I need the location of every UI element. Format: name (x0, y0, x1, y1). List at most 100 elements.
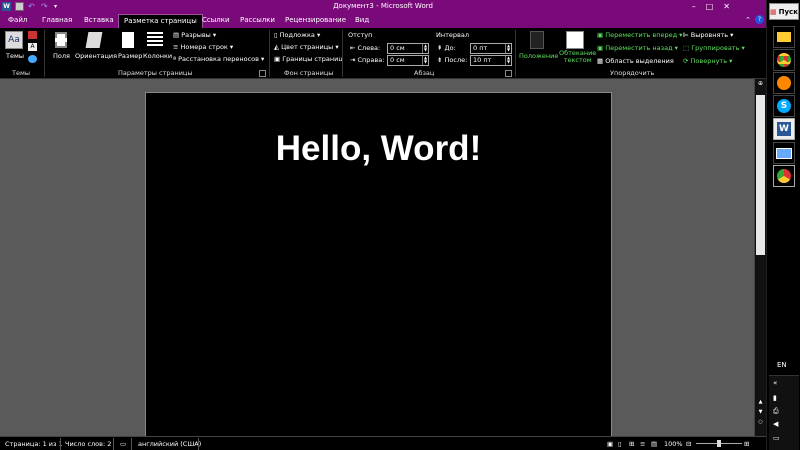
title-bar: W ↶ ↷ ▾ Документ3 - Microsoft Word – □ ✕ (0, 0, 766, 13)
separator (60, 438, 61, 450)
wrap-text-icon[interactable] (566, 31, 584, 49)
spinner-arrows-icon[interactable]: ▲ ▼ (505, 44, 511, 53)
document-page[interactable]: Hello, Word! (145, 92, 612, 438)
tab-page-layout[interactable]: Разметка страницы (118, 14, 203, 28)
watermark-button[interactable]: ▯ Подложка ▾ (274, 31, 320, 39)
chrome-icon[interactable] (773, 49, 795, 71)
indent-left-spinner[interactable]: 0 см ▲ ▼ (387, 43, 429, 54)
draft-icon[interactable]: ▤ (651, 440, 657, 448)
page-setup-launcher-icon[interactable] (259, 70, 266, 77)
group-label-paragraph: Абзац (414, 69, 435, 77)
zoom-out-icon[interactable]: ⊟ (686, 440, 691, 448)
bring-forward-button[interactable]: ▣ Переместить вперед ▾ (597, 31, 682, 39)
page-color-button[interactable]: ◭ Цвет страницы ▾ (274, 43, 339, 51)
position-icon[interactable] (530, 31, 544, 49)
tab-review[interactable]: Рецензирование (285, 16, 346, 24)
orientation-button[interactable]: Ориентация (75, 52, 117, 60)
spinner-arrows-icon[interactable]: ▲ ▼ (505, 56, 511, 65)
tab-mailings[interactable]: Рассылки (240, 16, 275, 24)
browse-object-icon[interactable]: ○ (756, 419, 765, 425)
position-button[interactable]: Положение (519, 52, 558, 60)
send-backward-button[interactable]: ▣ Переместить назад ▾ (597, 44, 678, 52)
file-manager-icon[interactable] (773, 26, 795, 48)
maximize-icon[interactable]: □ (706, 2, 714, 11)
wrap-text-button[interactable]: Обтекание текстом (559, 50, 596, 64)
align-button[interactable]: ⊫ Выровнять ▾ (683, 31, 733, 39)
columns-button[interactable]: Колонки (143, 52, 172, 60)
themes-icon[interactable]: Aa (5, 31, 23, 49)
system-tray: « ▮ ⎙ ◀ ▭ (769, 375, 799, 450)
skype-icon[interactable]: S (773, 95, 795, 117)
margins-icon[interactable] (55, 32, 67, 48)
close-icon[interactable]: ✕ (723, 2, 730, 11)
theme-colors-icon[interactable] (28, 31, 37, 39)
indent-right-icon: ⇥ (350, 56, 358, 64)
outline-icon[interactable]: ≡ (640, 440, 645, 448)
volume-icon[interactable]: ◀ (773, 420, 778, 428)
full-screen-reading-icon[interactable]: ▯ (618, 440, 622, 448)
columns-icon[interactable] (147, 32, 163, 48)
size-button[interactable]: Размер (118, 52, 142, 60)
tab-insert[interactable]: Вставка (84, 16, 114, 24)
minimize-icon[interactable]: – (692, 2, 696, 11)
indent-right-spinner[interactable]: 0 см ▲ ▼ (387, 55, 429, 66)
start-button[interactable]: ▦ Пуск (769, 3, 799, 20)
print-layout-icon[interactable]: ▣ (607, 440, 613, 448)
help-icon[interactable]: ? (755, 15, 764, 24)
breaks-icon: ▤ (173, 31, 182, 39)
theme-fonts-icon[interactable]: A (28, 43, 37, 51)
orientation-icon[interactable] (85, 32, 103, 48)
avast-icon[interactable] (773, 72, 795, 94)
spinner-arrows-icon[interactable]: ▲ ▼ (422, 44, 428, 53)
tab-references[interactable]: Ссылки (202, 16, 230, 24)
group-button[interactable]: ⬚ Группировать ▾ (683, 44, 745, 52)
document-heading[interactable]: Hello, Word! (146, 129, 611, 169)
tab-view[interactable]: Вид (355, 16, 369, 24)
action-center-icon[interactable]: ▭ (773, 434, 780, 442)
size-icon[interactable] (122, 32, 134, 48)
rotate-button[interactable]: ⟳ Повернуть ▾ (683, 57, 732, 65)
collapse-ribbon-icon[interactable]: ⌃ (745, 16, 751, 24)
proofing-icon[interactable]: ▭ (120, 440, 126, 448)
page-borders-button[interactable]: ▣ Границы страниц (274, 55, 343, 63)
language-indicator[interactable]: EN (777, 361, 787, 369)
zoom-slider-thumb[interactable] (717, 440, 721, 447)
chrome-window-icon[interactable] (773, 165, 795, 187)
spacing-before-spinner[interactable]: 0 пт ▲ ▼ (470, 43, 512, 54)
network-icon[interactable]: ▮ (773, 394, 777, 402)
tab-home[interactable]: Главная (42, 16, 72, 24)
margins-button[interactable]: Поля (53, 52, 70, 60)
group-label-themes: Темы (12, 69, 31, 77)
word-count[interactable]: Число слов: 2 (65, 440, 111, 448)
indent-left-icon: ⇤ (350, 44, 358, 52)
spacing-after-spinner[interactable]: 10 пт ▲ ▼ (470, 55, 512, 66)
paragraph-launcher-icon[interactable] (505, 70, 512, 77)
expand-tray-icon[interactable]: « (773, 379, 777, 387)
breaks-button[interactable]: ▤ Разрывы ▾ (173, 31, 216, 39)
themes-label[interactable]: Темы (6, 52, 24, 60)
scrollbar-thumb[interactable] (756, 95, 765, 255)
word-taskbar-icon[interactable]: W (773, 118, 795, 140)
align-icon: ⊫ (683, 31, 691, 39)
line-numbers-button[interactable]: ≡ Номера строк ▾ (173, 43, 233, 51)
ruler-toggle-icon[interactable]: ⊕ (756, 80, 765, 92)
printer-icon[interactable]: ⎙ (773, 407, 779, 416)
separator (198, 438, 199, 450)
scroll-up-icon[interactable]: ▲ (756, 399, 765, 405)
zoom-level[interactable]: 100% (664, 440, 683, 448)
tab-file[interactable]: Файл (8, 16, 27, 24)
language-status[interactable]: английский (США) (138, 440, 201, 448)
web-layout-icon[interactable]: ⊞ (629, 440, 634, 448)
vertical-scrollbar[interactable]: ⊕ ▲ ▼ ○ (754, 79, 766, 436)
display-icon[interactable] (773, 142, 795, 164)
selection-pane-icon: ▦ (597, 57, 606, 65)
zoom-in-icon[interactable]: ⊞ (744, 440, 749, 448)
page-count[interactable]: Страница: 1 из 1 (5, 440, 63, 448)
hyphenation-button[interactable]: ª Расстановка переносов ▾ (173, 55, 264, 63)
scroll-down-icon[interactable]: ▼ (756, 409, 765, 415)
spinner-arrows-icon[interactable]: ▲ ▼ (422, 56, 428, 65)
selection-pane-button[interactable]: ▦ Область выделения (597, 57, 674, 65)
theme-effects-icon[interactable] (28, 55, 37, 63)
group-label-page-setup: Параметры страницы (118, 69, 193, 77)
spacing-label: Интервал (436, 31, 469, 39)
